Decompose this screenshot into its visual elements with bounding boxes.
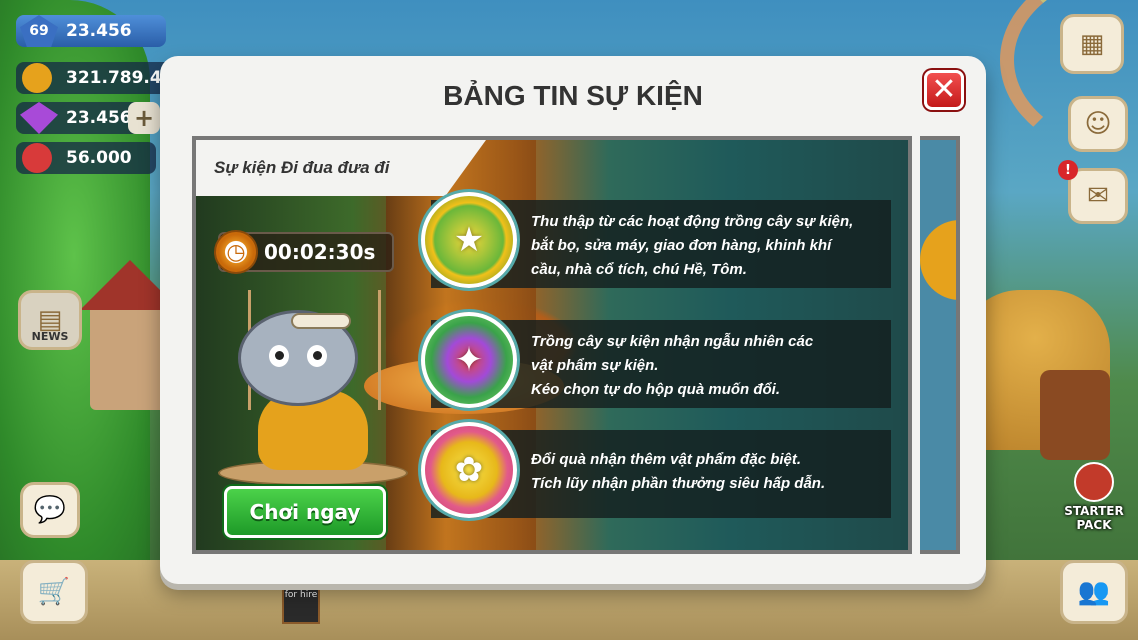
gift-glyph-icon: ✿ xyxy=(454,450,484,490)
quest-board-button[interactable]: ▦ xyxy=(1060,14,1124,74)
cart-icon: 🛒 xyxy=(37,577,71,607)
gem-icon xyxy=(20,102,58,134)
mail-alert-badge: ! xyxy=(1058,160,1078,180)
feature-row-exchange: ✿ Đổi quà nhận thêm vật phẩm đặc biệt. T… xyxy=(421,422,891,518)
event-news-modal: BẢNG TIN SỰ KIỆN ✕ Sự kiện Đi đua đưa đi… xyxy=(160,56,986,584)
cat-head xyxy=(238,310,358,406)
plus-icon: + xyxy=(133,104,155,132)
play-now-label: Chơi ngay xyxy=(249,500,361,524)
starter-pack-button[interactable]: STARTER PACK xyxy=(1054,462,1134,532)
hearts-value: 56.000 xyxy=(66,148,132,168)
level-star-icon: 69 xyxy=(20,15,58,47)
coin-icon xyxy=(22,63,52,93)
cat-eye-left xyxy=(269,345,289,367)
starter-pack-character-icon xyxy=(1074,462,1114,502)
hearts-bar[interactable]: 56.000 xyxy=(16,142,156,174)
chat-bubble-icon: 💬 xyxy=(33,495,67,525)
for-hire-sign[interactable]: for hire xyxy=(282,582,320,624)
news-label: NEWS xyxy=(31,330,69,343)
close-icon: ✕ xyxy=(931,72,957,107)
event-panel: Sự kiện Đi đua đưa đi ◷ 00:02:30s Chơi n… xyxy=(192,136,912,554)
event-name-banner: Sự kiện Đi đua đưa đi xyxy=(196,140,486,196)
gems-value: 23.456 xyxy=(66,108,132,128)
swing-rope-right xyxy=(378,290,381,410)
face-icon: ☺ xyxy=(1084,109,1112,139)
shop-button[interactable]: 🛒 xyxy=(20,560,88,624)
gift-bag-icon: ✿ xyxy=(421,422,517,518)
sign-text: for hire xyxy=(284,590,318,600)
friends-button[interactable]: 👥 xyxy=(1060,560,1128,624)
profile-button[interactable]: ☺ xyxy=(1068,96,1128,152)
cat-on-swing-mascot xyxy=(218,290,408,490)
chat-button[interactable]: 💬 xyxy=(20,482,80,538)
level-number: 69 xyxy=(29,23,49,39)
event-name: Sự kiện Đi đua đưa đi xyxy=(214,158,390,177)
rocket-fireworks-icon: ✦ xyxy=(421,312,517,408)
news-button[interactable]: ▤ NEWS xyxy=(18,290,82,350)
people-icon: 👥 xyxy=(1077,577,1111,607)
cottage xyxy=(90,300,170,410)
play-now-button[interactable]: Chơi ngay xyxy=(224,486,386,538)
modal-title: BẢNG TIN SỰ KIỆN xyxy=(443,80,703,111)
feature-row-collect: ★ Thu thập từ các hoạt động trồng cây sự… xyxy=(421,192,891,288)
feature-text: Trồng cây sự kiện nhận ngẫu nhiên các vậ… xyxy=(531,333,814,398)
level-bar[interactable]: 69 23.456 xyxy=(16,15,166,47)
starter-pack-label: STARTER PACK xyxy=(1064,504,1124,532)
event-timer: ◷ 00:02:30s xyxy=(214,230,394,274)
checklist-grid-icon: ▦ xyxy=(1079,29,1105,59)
barrel xyxy=(1040,370,1110,460)
close-button[interactable]: ✕ xyxy=(924,70,964,110)
alert-icon: ! xyxy=(1065,162,1071,178)
alarm-clock-icon: ◷ xyxy=(214,230,258,274)
mail-button[interactable]: ✉ xyxy=(1068,168,1128,224)
add-gems-button[interactable]: + xyxy=(128,102,160,134)
feature-text: Đổi quà nhận thêm vật phẩm đặc biệt. Tíc… xyxy=(531,451,826,492)
feature-text: Thu thập từ các hoạt động trồng cây sự k… xyxy=(531,213,854,278)
level-points: 23.456 xyxy=(66,21,132,41)
envelope-icon: ✉ xyxy=(1087,181,1109,211)
timer-value: 00:02:30s xyxy=(264,240,376,264)
cat-eye-right xyxy=(307,345,327,367)
bone-icon xyxy=(291,313,351,329)
star-glyph-icon: ★ xyxy=(453,220,485,260)
next-event-peek[interactable] xyxy=(920,136,960,554)
rocket-glyph-icon: ✦ xyxy=(454,340,484,380)
feature-row-plant: ✦ Trồng cây sự kiện nhận ngẫu nhiên các … xyxy=(421,312,891,408)
star-sprite-icon: ★ xyxy=(421,192,517,288)
heart-icon xyxy=(22,143,52,173)
